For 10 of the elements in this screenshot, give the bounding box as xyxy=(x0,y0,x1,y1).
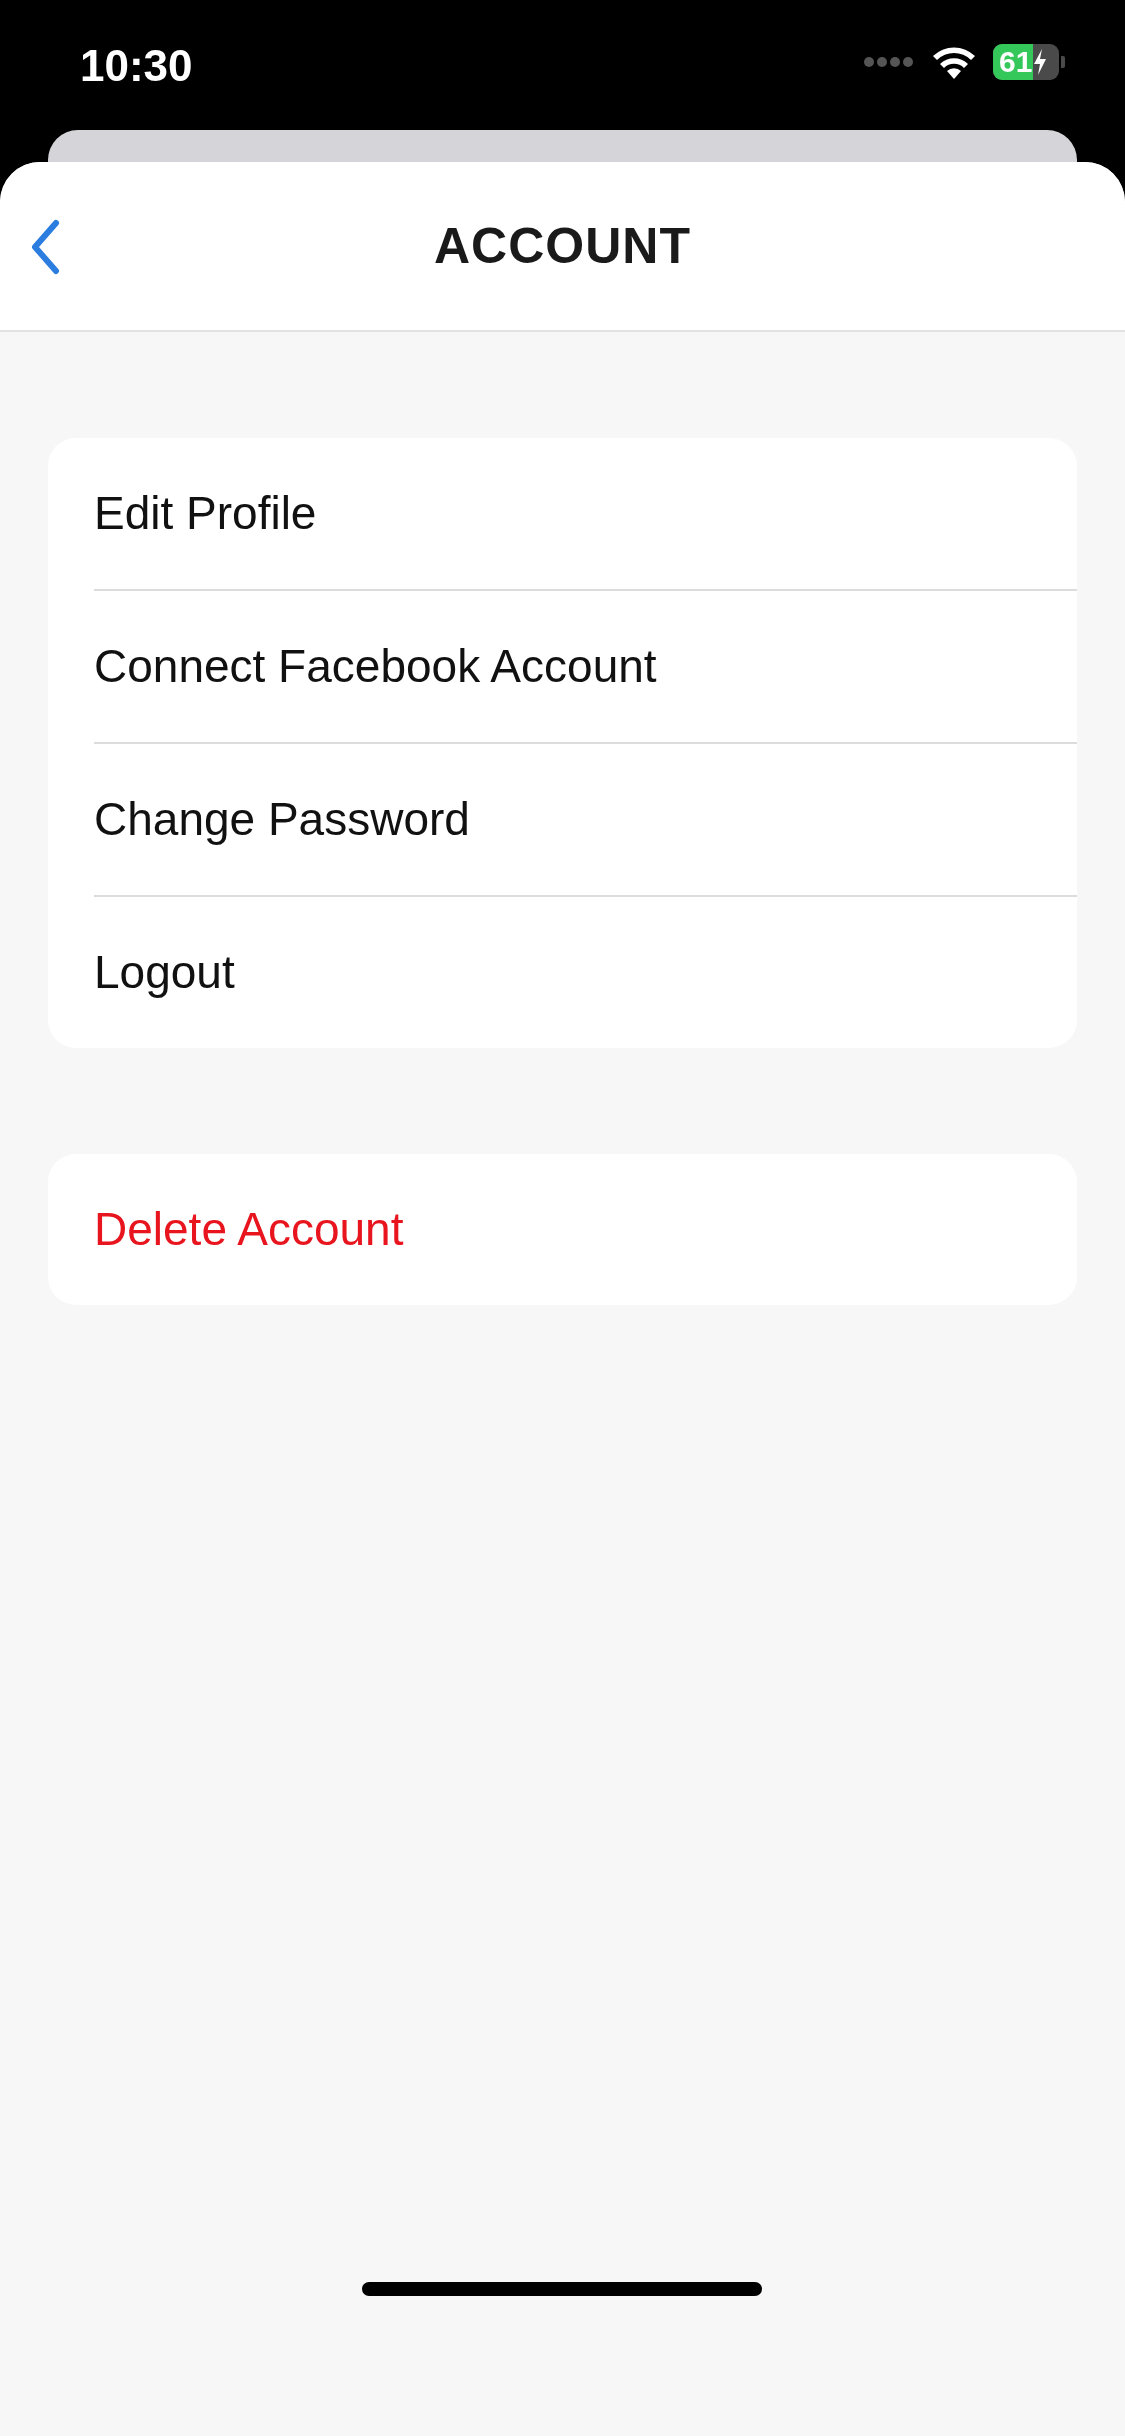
menu-item[interactable]: Logout xyxy=(94,897,1077,1048)
menu-item[interactable]: Edit Profile xyxy=(94,438,1077,589)
screen-title: ACCOUNT xyxy=(434,216,691,276)
back-chevron-icon xyxy=(30,219,60,275)
wifi-icon xyxy=(931,45,977,79)
status-time: 10:30 xyxy=(80,44,193,88)
menu-item[interactable]: Change Password xyxy=(94,744,1077,895)
menu-item[interactable]: Connect Facebook Account xyxy=(94,591,1077,742)
cellular-signal-icon xyxy=(863,56,915,68)
menu-item[interactable]: Delete Account xyxy=(94,1154,1077,1305)
